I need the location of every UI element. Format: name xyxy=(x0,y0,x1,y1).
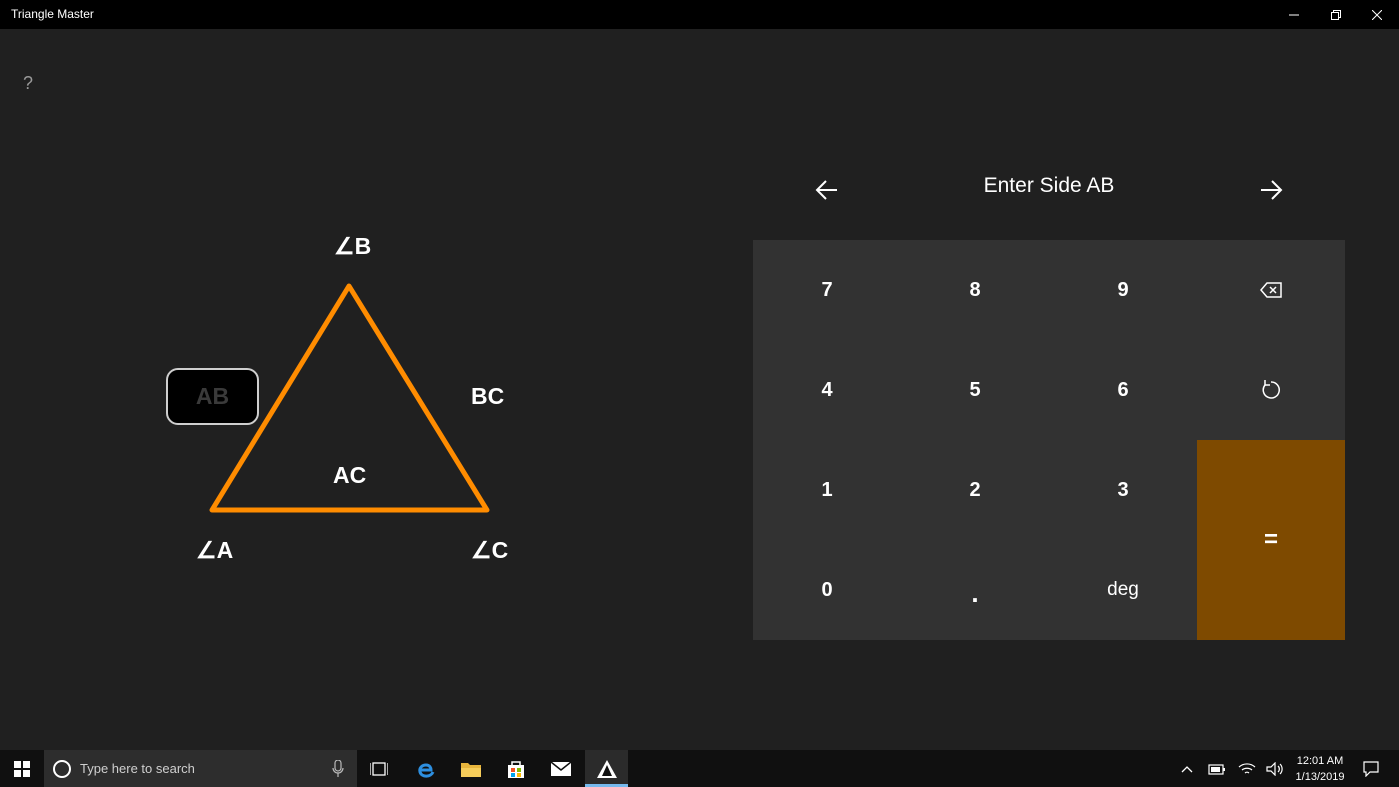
key-7[interactable]: 7 xyxy=(753,240,901,340)
chevron-up-icon xyxy=(1181,765,1193,772)
edge-button[interactable] xyxy=(405,750,447,787)
task-view-button[interactable] xyxy=(360,750,398,787)
battery-button[interactable] xyxy=(1204,750,1230,787)
clock-time: 12:01 AM xyxy=(1296,755,1344,767)
mail-button[interactable] xyxy=(540,750,582,787)
close-button[interactable] xyxy=(1354,0,1399,29)
volume-button[interactable] xyxy=(1262,750,1288,787)
keypad: 7 8 9 4 5 6 1 2 3 = 0 . deg xyxy=(753,240,1345,640)
windows-icon xyxy=(14,760,30,777)
start-button[interactable] xyxy=(0,750,44,787)
key-2[interactable]: 2 xyxy=(901,440,1049,540)
cortana-icon xyxy=(53,760,71,778)
key-3[interactable]: 3 xyxy=(1049,440,1197,540)
search-box[interactable]: Type here to search xyxy=(44,750,357,787)
store-button[interactable] xyxy=(495,750,537,787)
microphone-icon[interactable] xyxy=(332,760,344,777)
key-5[interactable]: 5 xyxy=(901,340,1049,440)
clock-date: 1/13/2019 xyxy=(1295,771,1345,783)
clock[interactable]: 12:01 AM 1/13/2019 xyxy=(1288,753,1352,785)
triangle-diagram xyxy=(209,283,490,513)
equals-button[interactable]: = xyxy=(1197,440,1345,640)
key-4[interactable]: 4 xyxy=(753,340,901,440)
triangle-master-taskbar-button[interactable] xyxy=(585,750,628,787)
action-center-button[interactable] xyxy=(1356,750,1386,787)
key-deg[interactable]: deg xyxy=(1049,540,1197,640)
restore-icon xyxy=(1331,9,1341,20)
input-prompt: Enter Side AB xyxy=(983,174,1115,197)
angle-a-label[interactable]: ∠A xyxy=(196,537,233,564)
key-0[interactable]: 0 xyxy=(753,540,901,640)
side-ac-label[interactable]: AC xyxy=(333,462,366,489)
side-bc-label[interactable]: BC xyxy=(471,383,504,410)
refresh-icon xyxy=(1262,380,1280,399)
speaker-icon xyxy=(1266,761,1283,776)
reset-button[interactable] xyxy=(1197,340,1345,440)
minimize-icon xyxy=(1289,14,1299,15)
folder-icon xyxy=(461,762,481,777)
next-button[interactable] xyxy=(1256,175,1286,205)
backspace-button[interactable] xyxy=(1197,240,1345,340)
close-icon xyxy=(1372,9,1382,20)
mail-icon xyxy=(550,760,572,776)
key-decimal[interactable]: . xyxy=(901,540,1049,640)
arrow-right-icon xyxy=(1261,180,1283,200)
backspace-icon xyxy=(1260,282,1282,298)
task-view-icon xyxy=(370,761,388,776)
battery-icon xyxy=(1208,763,1225,775)
store-icon xyxy=(508,760,524,778)
arrow-left-icon xyxy=(815,180,837,200)
notification-icon xyxy=(1363,760,1379,777)
taskbar: Type here to search 12:01 AM 1/13/2019 xyxy=(0,750,1399,787)
triangle-master-icon xyxy=(596,759,617,778)
minimize-button[interactable] xyxy=(1271,0,1317,29)
key-1[interactable]: 1 xyxy=(753,440,901,540)
network-button[interactable] xyxy=(1234,750,1260,787)
previous-button[interactable] xyxy=(812,175,842,205)
restore-button[interactable] xyxy=(1313,0,1359,29)
search-placeholder: Type here to search xyxy=(80,761,195,776)
angle-b-label[interactable]: ∠B xyxy=(334,233,371,260)
key-8[interactable]: 8 xyxy=(901,240,1049,340)
angle-c-label[interactable]: ∠C xyxy=(471,537,508,564)
wifi-icon xyxy=(1238,762,1256,774)
show-hidden-icons-button[interactable] xyxy=(1176,750,1198,787)
file-explorer-button[interactable] xyxy=(450,750,492,787)
key-9[interactable]: 9 xyxy=(1049,240,1197,340)
side-ab-selected[interactable]: AB xyxy=(166,368,259,425)
edge-icon xyxy=(418,762,435,778)
key-6[interactable]: 6 xyxy=(1049,340,1197,440)
